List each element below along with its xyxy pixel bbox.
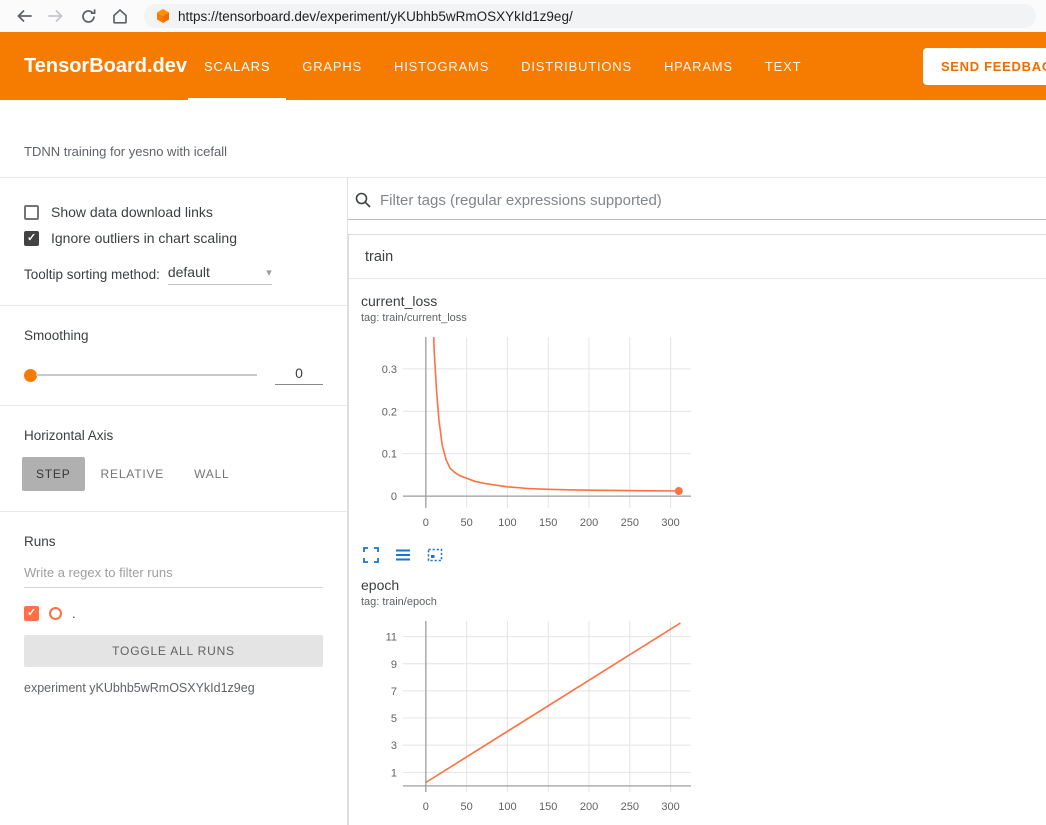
app-title[interactable]: TensorBoard.dev [0,32,188,100]
svg-text:100: 100 [498,517,516,529]
svg-text:250: 250 [621,517,639,529]
app-header: TensorBoard.dev SCALARS GRAPHS HISTOGRAM… [0,32,1046,100]
tooltip-sorting-select[interactable]: default ▾ [168,264,272,285]
smoothing-value[interactable]: 0 [275,365,323,385]
svg-text:9: 9 [391,659,397,671]
chart-plot[interactable]: 0 50 100 150 200 250 300 0 0.1 0.2 0.3 [361,332,695,534]
svg-text:100: 100 [498,801,516,813]
run-color-swatch [49,607,62,620]
divider [0,405,347,406]
site-favicon [156,9,170,23]
section-title: train [365,249,393,265]
run-name: . [72,606,76,621]
svg-text:150: 150 [539,801,557,813]
svg-text:7: 7 [391,686,397,698]
experiment-description: TDNN training for yesno with icefall [24,144,227,159]
run-checkbox[interactable] [24,606,39,621]
charts-grid: current_losstag: train/current_loss05010… [349,279,1046,825]
horizontal-axis-label: Horizontal Axis [24,428,323,443]
experiment-name: experiment yKUbhb5wRmOSXYkId1z9eg [24,681,323,695]
chart-plot[interactable]: 0 50 100 150 200 250 300 1 3 5 7 9 11 [361,616,695,818]
divider [0,305,347,306]
tooltip-sorting-row: Tooltip sorting method: default ▾ [24,264,323,285]
url-text: https://tensorboard.dev/experiment/yKUbh… [178,9,573,24]
svg-text:150: 150 [539,517,557,529]
svg-text:200: 200 [580,517,598,529]
reload-icon[interactable] [74,2,102,30]
runs-list-icon[interactable] [395,547,411,563]
chart-title: current_loss [361,293,695,309]
run-item[interactable]: . [24,606,323,621]
toggle-all-runs-button[interactable]: TOGGLE ALL RUNS [24,635,323,667]
tab-hparams[interactable]: HPARAMS [648,32,749,100]
train-section-card: train current_loss tag: train/current_los… [348,234,1046,825]
svg-text:300: 300 [661,517,679,529]
svg-text:0.3: 0.3 [382,364,397,376]
svg-text:5: 5 [391,713,397,725]
tooltip-sorting-label: Tooltip sorting method: [24,267,160,282]
main-panel: Filter tags (regular expressions support… [348,178,1046,825]
svg-text:11: 11 [386,632,397,644]
filter-tags-placeholder: Filter tags (regular expressions support… [380,192,662,209]
tooltip-sorting-value: default [168,264,210,280]
search-icon [354,191,372,209]
section-header-train[interactable]: train [349,235,1046,279]
sidebar: Show data download links Ignore outliers… [0,178,348,825]
tab-text[interactable]: TEXT [749,32,817,100]
svg-text:0: 0 [423,517,429,529]
checkbox-icon [24,205,39,220]
smoothing-label: Smoothing [24,328,323,343]
svg-text:0: 0 [391,491,397,503]
divider [0,511,347,512]
filter-tags-input[interactable]: Filter tags (regular expressions support… [348,178,1046,220]
svg-text:0.1: 0.1 [382,449,397,461]
svg-text:1: 1 [391,767,397,779]
address-bar[interactable]: https://tensorboard.dev/experiment/yKUbh… [144,4,1036,28]
home-icon[interactable] [106,2,134,30]
horizontal-axis-buttons: STEP RELATIVE WALL [22,457,323,491]
step-button[interactable]: STEP [22,457,85,491]
tab-graphs[interactable]: GRAPHS [286,32,378,100]
main-nav: SCALARS GRAPHS HISTOGRAMS DISTRIBUTIONS … [188,32,817,100]
chart-title: epoch [361,577,695,593]
svg-text:50: 50 [461,801,473,813]
tab-scalars[interactable]: SCALARS [188,32,286,100]
tab-histograms[interactable]: HISTOGRAMS [378,32,505,100]
chart-card-epoch: epoch tag: train/epoch 0 50 100 150 200 250 300 1… [361,577,695,825]
send-feedback-button[interactable]: SEND FEEDBACK [923,48,1046,85]
back-icon[interactable] [10,2,38,30]
runs-filter-input[interactable]: Write a regex to filter runs [24,565,323,588]
ignore-outliers-checkbox[interactable]: Ignore outliers in chart scaling [24,230,323,246]
fit-domain-icon[interactable] [427,547,443,563]
forward-icon[interactable] [42,2,70,30]
tab-distributions[interactable]: DISTRIBUTIONS [505,32,648,100]
chart-tag: tag: train/epoch [361,596,695,608]
chevron-down-icon: ▾ [266,266,272,279]
svg-text:0: 0 [423,801,429,813]
expand-icon[interactable] [363,547,379,563]
experiment-description-row: TDNN training for yesno with icefall [0,100,1046,178]
runs-label: Runs [24,534,323,549]
chart-toolbar [361,547,695,563]
svg-text:250: 250 [621,801,639,813]
chart-tag: tag: train/current_loss [361,312,695,324]
svg-text:0.2: 0.2 [382,406,397,418]
browser-toolbar: https://tensorboard.dev/experiment/yKUbh… [0,0,1046,32]
svg-text:200: 200 [580,801,598,813]
checkbox-label: Ignore outliers in chart scaling [51,230,237,246]
chart-card-current_loss: current_loss tag: train/current_loss 0 50 10… [361,293,695,563]
relative-button[interactable]: RELATIVE [87,457,179,491]
show-download-links-checkbox[interactable]: Show data download links [24,204,323,220]
svg-text:50: 50 [461,517,473,529]
slider-track[interactable] [36,374,257,376]
wall-button[interactable]: WALL [180,457,243,491]
checkbox-label: Show data download links [51,204,213,220]
svg-text:3: 3 [391,740,397,752]
checkbox-checked-icon [24,231,39,246]
smoothing-slider-row: 0 [24,365,323,385]
svg-text:300: 300 [661,801,679,813]
